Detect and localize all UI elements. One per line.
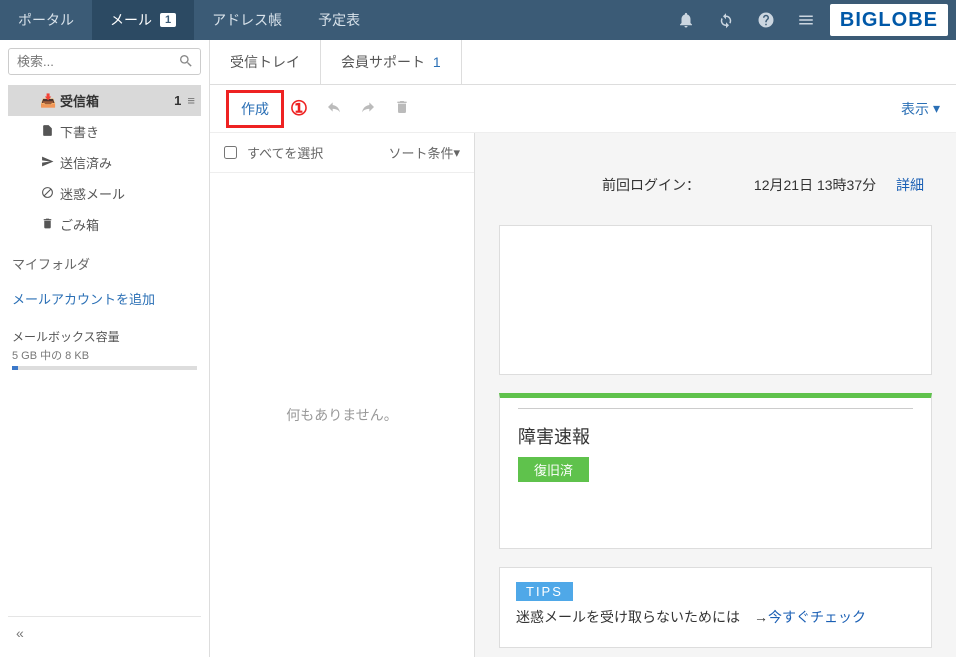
view-label: 表示 xyxy=(901,99,929,119)
reply-icon[interactable] xyxy=(326,99,342,118)
content-area: 受信トレイ 会員サポート 1 作成 ① 表示 ▾ xyxy=(210,40,956,657)
nav-tab-badge: 1 xyxy=(160,13,176,27)
brand-logo: BIGLOBE xyxy=(830,4,948,36)
tips-text: 迷惑メールを受け取らないためには → xyxy=(516,609,768,625)
folder-label: 送信済み xyxy=(60,153,112,172)
preview-panel: 前回ログイン： 12月21日 13時37分 詳細 障害速報 復旧済 TIPS 迷… xyxy=(475,133,956,657)
tips-card: TIPS 迷惑メールを受け取らないためには →今すぐチェック xyxy=(499,567,932,648)
message-list-panel: すべてを選択 ソート条件 ▾ 何もありません。 xyxy=(210,133,475,657)
tab-inbox[interactable]: 受信トレイ xyxy=(210,40,321,84)
top-nav: ポータル メール 1 アドレス帳 予定表 BIGLOBE xyxy=(0,0,956,40)
last-login-info: 前回ログイン： 12月21日 13時37分 詳細 xyxy=(499,153,932,225)
tab-label: 会員サポート xyxy=(341,54,425,70)
view-dropdown[interactable]: 表示 ▾ xyxy=(901,99,940,119)
tips-link[interactable]: 今すぐチェック xyxy=(768,609,866,625)
folder-sent[interactable]: 送信済み xyxy=(8,147,201,178)
tab-label: 受信トレイ xyxy=(230,54,300,70)
sidebar-footer: « xyxy=(8,616,201,649)
quota-title: メールボックス容量 xyxy=(12,328,197,345)
trash-icon xyxy=(40,217,54,233)
nav-tab-portal[interactable]: ポータル xyxy=(0,0,92,40)
select-all-label: すべてを選択 xyxy=(247,143,323,162)
nav-tab-label: 予定表 xyxy=(318,10,360,30)
nav-tab-addressbook[interactable]: アドレス帳 xyxy=(194,0,300,40)
tips-text-row: 迷惑メールを受け取らないためには →今すぐチェック xyxy=(516,607,915,627)
annotation-number: ① xyxy=(290,96,308,121)
login-label: 前回ログイン： xyxy=(602,177,700,193)
nav-tab-label: ポータル xyxy=(18,10,74,30)
chevron-down-icon: ▾ xyxy=(453,145,460,161)
incident-title: 障害速報 xyxy=(518,408,913,449)
folder-inbox[interactable]: 📥 受信箱 1 ≡ xyxy=(8,85,201,116)
myfolder-label: マイフォルダ xyxy=(8,240,201,279)
folder-label: 迷惑メール xyxy=(60,184,125,203)
tab-count: 1 xyxy=(433,54,441,70)
inbox-icon: 📥 xyxy=(40,93,54,109)
nav-tab-mail[interactable]: メール 1 xyxy=(92,0,194,40)
delete-icon[interactable] xyxy=(394,99,410,118)
toolbar: 作成 ① 表示 ▾ xyxy=(210,85,956,133)
refresh-icon[interactable] xyxy=(706,0,746,40)
ad-card xyxy=(499,225,932,375)
tab-support[interactable]: 会員サポート 1 xyxy=(321,40,462,84)
folder-spam[interactable]: 迷惑メール xyxy=(8,178,201,209)
logo-text: BIGLOBE xyxy=(840,9,938,32)
nav-tab-label: メール xyxy=(110,10,152,30)
folder-drafts[interactable]: 下書き xyxy=(8,116,201,147)
compose-button[interactable]: 作成 xyxy=(231,95,279,123)
compose-highlight: 作成 xyxy=(226,90,284,128)
menu-icon[interactable] xyxy=(786,0,826,40)
select-all-checkbox[interactable] xyxy=(224,146,237,159)
folder-menu-icon[interactable]: ≡ xyxy=(187,93,195,108)
empty-message: 何もありません。 xyxy=(210,173,474,657)
quota-text: 5 GB 中の 8 KB xyxy=(12,347,197,363)
incident-card: 障害速報 復旧済 xyxy=(499,393,932,549)
draft-icon xyxy=(40,124,54,140)
login-time: 12月21日 13時37分 xyxy=(754,177,876,193)
quota-section: メールボックス容量 5 GB 中の 8 KB xyxy=(8,318,201,374)
add-account-link[interactable]: メールアカウントを追加 xyxy=(8,279,201,318)
content-tabs: 受信トレイ 会員サポート 1 xyxy=(210,40,956,85)
spam-icon xyxy=(40,186,54,202)
folder-trash[interactable]: ごみ箱 xyxy=(8,209,201,240)
collapse-sidebar-icon[interactable]: « xyxy=(16,625,24,641)
login-detail-link[interactable]: 詳細 xyxy=(896,177,924,193)
sort-dropdown[interactable]: ソート条件 ▾ xyxy=(388,143,460,162)
folder-label: ごみ箱 xyxy=(60,215,99,234)
notifications-icon[interactable] xyxy=(666,0,706,40)
folder-label: 下書き xyxy=(60,122,99,141)
folder-label: 受信箱 xyxy=(60,91,99,110)
nav-tab-calendar[interactable]: 予定表 xyxy=(300,0,378,40)
sort-label: ソート条件 xyxy=(388,143,453,162)
sent-icon xyxy=(40,155,54,171)
search-box xyxy=(8,48,201,75)
list-header: すべてを選択 ソート条件 ▾ xyxy=(210,133,474,173)
nav-tab-label: アドレス帳 xyxy=(212,10,282,30)
search-icon[interactable] xyxy=(178,53,194,72)
quota-bar xyxy=(12,366,197,370)
tips-badge: TIPS xyxy=(516,582,573,601)
folder-list: 📥 受信箱 1 ≡ 下書き 送信済み 迷惑メール ごみ箱 xyxy=(8,85,201,240)
sidebar: 📥 受信箱 1 ≡ 下書き 送信済み 迷惑メール ごみ箱 マイフォルダ xyxy=(0,40,210,657)
search-input[interactable] xyxy=(8,48,201,75)
forward-icon[interactable] xyxy=(360,99,376,118)
help-icon[interactable] xyxy=(746,0,786,40)
folder-count: 1 xyxy=(174,93,181,108)
incident-status: 復旧済 xyxy=(518,457,589,482)
chevron-down-icon: ▾ xyxy=(933,100,940,117)
